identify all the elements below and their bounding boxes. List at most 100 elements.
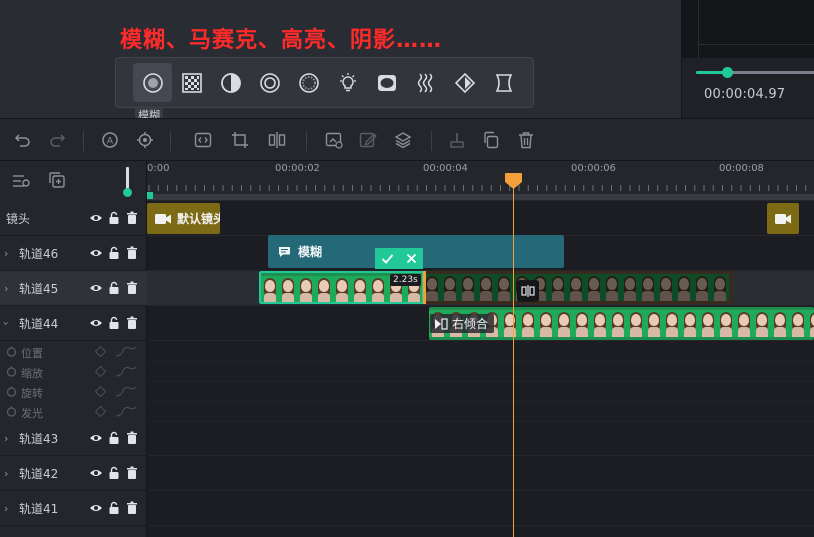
chevron-right-icon[interactable]: ›	[4, 247, 8, 260]
in-point-marker[interactable]	[147, 192, 153, 199]
transition-label[interactable]: 右倾合	[430, 314, 495, 333]
video-thumbnail	[351, 276, 369, 302]
eye-icon[interactable]	[89, 431, 103, 445]
trash-icon[interactable]	[125, 316, 139, 330]
video-thumbnail	[717, 310, 735, 337]
crop-button[interactable]	[229, 129, 251, 151]
keyframe-diamond-icon[interactable]	[95, 406, 106, 417]
lane[interactable]	[147, 421, 814, 456]
edit-button[interactable]	[357, 129, 379, 151]
effect-dotted-circle-button[interactable]	[289, 63, 328, 102]
copy-button[interactable]	[480, 129, 502, 151]
lane-camera[interactable]	[147, 201, 814, 236]
lock-icon[interactable]	[107, 211, 121, 225]
stopwatch-icon[interactable]	[6, 346, 17, 357]
keyframe-diamond-icon[interactable]	[95, 346, 106, 357]
chevron-right-icon[interactable]: ›	[4, 432, 8, 445]
zoom-slider-thumb[interactable]	[123, 188, 132, 197]
curve-icon[interactable]	[115, 385, 137, 398]
undo-button[interactable]	[12, 129, 34, 151]
lane[interactable]	[147, 456, 814, 491]
chevron-right-icon[interactable]: ›	[4, 467, 8, 480]
camera-clip[interactable]: 默认镜头	[147, 203, 220, 234]
trash-icon[interactable]	[125, 281, 139, 295]
effect-contrast-button[interactable]	[211, 63, 250, 102]
trash-icon[interactable]	[125, 211, 139, 225]
track-header[interactable]: › 轨道41	[0, 491, 147, 526]
timeline-ruler[interactable]: 0:00 00:00:02 00:00:04 00:00:06 00:00:08	[147, 161, 814, 201]
track-header[interactable]: › 轨道44	[0, 306, 147, 341]
lock-icon[interactable]	[107, 246, 121, 260]
lane[interactable]	[147, 491, 814, 526]
video-thumbnail	[771, 310, 789, 337]
effect-vignette-button[interactable]	[367, 63, 406, 102]
mask-button[interactable]: A	[99, 129, 121, 151]
layers-button[interactable]	[392, 129, 414, 151]
curve-icon[interactable]	[115, 345, 137, 358]
curve-icon[interactable]	[115, 365, 137, 378]
curve-icon[interactable]	[115, 405, 137, 418]
mirror-button[interactable]	[266, 129, 288, 151]
eye-icon[interactable]	[89, 281, 103, 295]
ruler-label: 00:00:06	[571, 163, 616, 174]
lock-icon[interactable]	[107, 281, 121, 295]
effect-ring-button[interactable]	[250, 63, 289, 102]
chevron-right-icon[interactable]: ›	[4, 282, 8, 295]
split-button[interactable]	[517, 280, 539, 302]
stopwatch-icon[interactable]	[6, 366, 17, 377]
lock-icon[interactable]	[107, 316, 121, 330]
eye-icon[interactable]	[89, 246, 103, 260]
playhead-handle[interactable]	[504, 172, 523, 190]
effect-wave-button[interactable]	[406, 63, 445, 102]
video-thumbnail	[807, 310, 814, 337]
track-header[interactable]: › 轨道45	[0, 271, 147, 306]
eye-icon[interactable]	[89, 466, 103, 480]
replace-button[interactable]	[323, 129, 345, 151]
effect-highlight-button[interactable]	[328, 63, 367, 102]
video-thumbnail	[675, 274, 693, 301]
effect-blur-button[interactable]	[133, 63, 172, 102]
track-header[interactable]: › 轨道43	[0, 421, 147, 456]
video-clip[interactable]	[259, 271, 733, 304]
chevron-right-icon[interactable]: ›	[4, 502, 8, 515]
video-thumbnail	[585, 274, 603, 301]
close-icon[interactable]	[405, 252, 418, 265]
track-header-camera[interactable]: 镜头	[0, 201, 147, 236]
eye-icon[interactable]	[89, 211, 103, 225]
effect-hourglass-button[interactable]	[484, 63, 523, 102]
lock-icon[interactable]	[107, 466, 121, 480]
code-button[interactable]	[192, 129, 214, 151]
track-header[interactable]: › 轨道42	[0, 456, 147, 491]
stopwatch-icon[interactable]	[6, 386, 17, 397]
add-track-button[interactable]	[49, 172, 65, 192]
lock-icon[interactable]	[107, 501, 121, 515]
track-header[interactable]: › 轨道46	[0, 236, 147, 271]
chevron-down-icon[interactable]: ›	[0, 321, 13, 325]
eye-icon[interactable]	[89, 316, 103, 330]
keyframe-diamond-icon[interactable]	[95, 366, 106, 377]
preview-slider[interactable]	[696, 67, 814, 78]
trash-icon[interactable]	[125, 431, 139, 445]
trash-icon[interactable]	[125, 246, 139, 260]
check-icon[interactable]	[381, 252, 394, 265]
target-button[interactable]	[134, 129, 156, 151]
preview-slider-thumb[interactable]	[721, 67, 733, 78]
redo-button[interactable]	[46, 129, 68, 151]
text-clip-label: 模糊	[298, 245, 323, 259]
range-handle[interactable]	[423, 271, 426, 304]
video-thumbnail	[753, 310, 771, 337]
track-settings-button[interactable]	[12, 173, 30, 193]
trash-icon[interactable]	[125, 466, 139, 480]
eye-icon[interactable]	[89, 501, 103, 515]
layers-icon	[394, 132, 412, 149]
effect-diamond-button[interactable]	[445, 63, 484, 102]
trim-button[interactable]	[446, 129, 468, 151]
delete-button[interactable]	[515, 129, 537, 151]
keyframe-diamond-icon[interactable]	[95, 386, 106, 397]
trash-icon[interactable]	[125, 501, 139, 515]
camera-clip[interactable]	[767, 203, 799, 234]
effect-mosaic-button[interactable]	[172, 63, 211, 102]
mosaic-icon	[181, 72, 202, 93]
lock-icon[interactable]	[107, 431, 121, 445]
stopwatch-icon[interactable]	[6, 406, 17, 417]
